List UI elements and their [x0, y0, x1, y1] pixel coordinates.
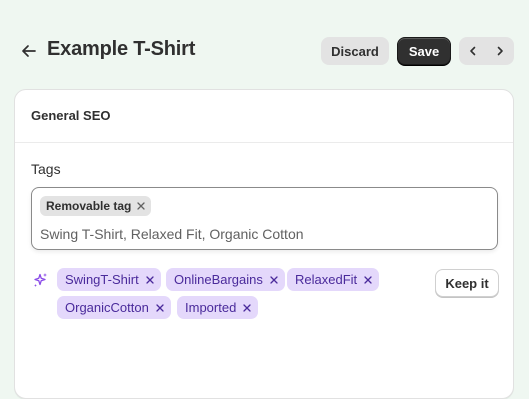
x-icon: [364, 275, 372, 284]
suggested-tag: OnlineBargains: [166, 268, 285, 291]
tags-input[interactable]: [40, 224, 480, 244]
x-icon: [137, 202, 146, 210]
suggested-tag-label: OrganicCotton: [65, 300, 149, 315]
discard-button[interactable]: Discard: [321, 37, 389, 65]
card-title: General SEO: [31, 108, 111, 123]
suggested-tag-label: OnlineBargains: [174, 272, 263, 287]
remove-suggested-tag-button[interactable]: [155, 303, 165, 313]
save-button[interactable]: Save: [397, 37, 451, 65]
remove-suggested-tag-button[interactable]: [242, 303, 252, 313]
x-icon: [243, 303, 251, 312]
keep-it-button[interactable]: Keep it: [435, 269, 499, 297]
arrow-left-icon: [22, 45, 36, 57]
x-icon: [156, 303, 164, 312]
pagination: [459, 37, 514, 65]
sparkle-icon: [34, 273, 47, 287]
card-divider: [15, 142, 513, 143]
remove-suggested-tag-button[interactable]: [269, 275, 279, 285]
previous-button[interactable]: [459, 37, 486, 65]
general-seo-card: General SEO Tags Removable tag Swing T-Sh…: [14, 89, 514, 399]
x-icon: [270, 275, 278, 284]
suggested-tag-label: Imported: [185, 300, 237, 315]
page-header: Example T-Shirt Discard Save: [0, 0, 529, 100]
remove-suggested-tag-button[interactable]: [145, 275, 155, 285]
suggested-tag-label: SwingT-Shirt: [65, 272, 139, 287]
remove-tag-button[interactable]: [136, 201, 146, 211]
suggested-tag: RelaxedFit: [287, 268, 380, 291]
chevron-right-icon: [497, 46, 503, 56]
next-button[interactable]: [486, 37, 513, 65]
x-icon: [146, 275, 154, 284]
tag-chip-label: Removable tag: [46, 199, 132, 213]
suggested-tag: Imported: [177, 296, 259, 319]
suggested-tag: OrganicCotton: [57, 296, 171, 319]
tag-chip: Removable tag: [40, 196, 152, 216]
tags-field[interactable]: Removable tag: [31, 187, 498, 250]
remove-suggested-tag-button[interactable]: [363, 275, 373, 285]
chevron-left-icon: [469, 46, 475, 56]
back-button[interactable]: [18, 40, 40, 62]
tags-label: Tags: [31, 161, 61, 177]
suggested-tag: SwingT-Shirt: [57, 268, 161, 291]
suggested-tag-label: RelaxedFit: [295, 272, 358, 287]
page-title: Example T-Shirt: [47, 38, 196, 60]
